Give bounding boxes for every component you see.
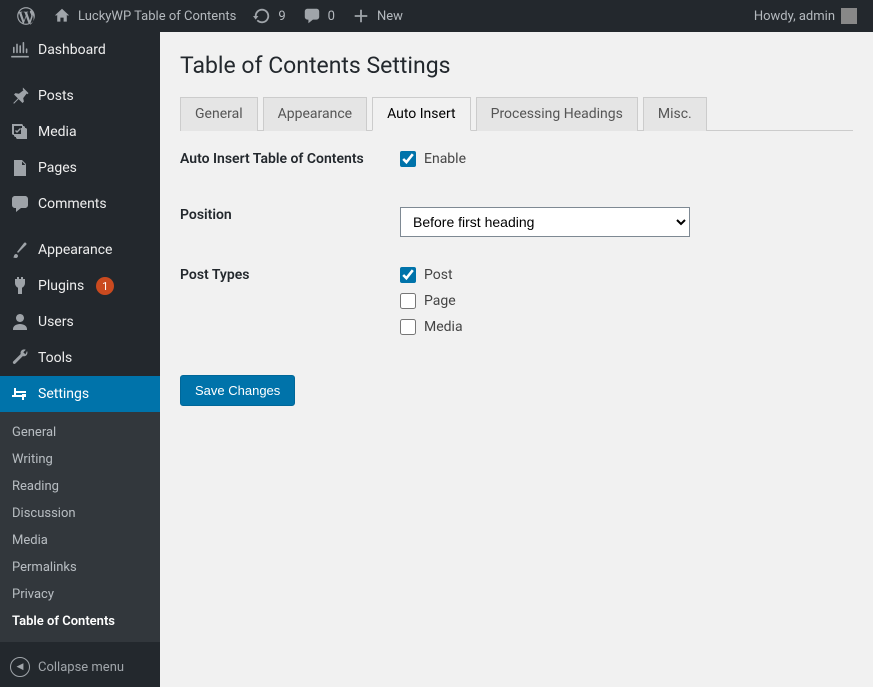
- sidebar-item-label: Users: [38, 314, 74, 330]
- sidebar-item-label: Comments: [38, 196, 107, 212]
- site-name-link[interactable]: LuckyWP Table of Contents: [44, 0, 244, 32]
- row-position: Position Before first heading: [180, 187, 853, 247]
- avatar: [841, 8, 857, 24]
- submenu-privacy[interactable]: Privacy: [0, 581, 160, 608]
- sidebar-item-label: Media: [38, 124, 77, 140]
- sidebar-item-label: Pages: [38, 160, 77, 176]
- position-select[interactable]: Before first heading: [400, 207, 690, 237]
- submenu-reading[interactable]: Reading: [0, 473, 160, 500]
- comment-icon: [302, 6, 322, 26]
- sidebar-item-pages[interactable]: Pages: [0, 150, 160, 186]
- home-icon: [52, 6, 72, 26]
- comments-icon: [10, 194, 30, 214]
- page-title: Table of Contents Settings: [180, 52, 853, 79]
- post-types-label: Post Types: [180, 267, 400, 345]
- plus-icon: [351, 6, 371, 26]
- sidebar-item-label: Posts: [38, 88, 74, 104]
- submenu-discussion[interactable]: Discussion: [0, 500, 160, 527]
- row-post-types: Post Types Post Page Media: [180, 247, 853, 355]
- sidebar-item-label: Plugins: [38, 278, 84, 294]
- updates-link[interactable]: 9: [244, 0, 293, 32]
- wp-logo[interactable]: [8, 0, 44, 32]
- main-content: Table of Contents Settings General Appea…: [160, 32, 873, 687]
- post-type-media[interactable]: Media: [400, 319, 853, 335]
- post-type-page[interactable]: Page: [400, 293, 853, 309]
- tab-general[interactable]: General: [180, 97, 258, 131]
- sidebar-item-label: Appearance: [38, 242, 112, 258]
- brush-icon: [10, 240, 30, 260]
- sidebar-item-appearance[interactable]: Appearance: [0, 232, 160, 268]
- post-type-label: Post: [424, 267, 453, 283]
- tab-processing-headings[interactable]: Processing Headings: [476, 97, 638, 131]
- submenu-permalinks[interactable]: Permalinks: [0, 554, 160, 581]
- post-type-post[interactable]: Post: [400, 267, 853, 283]
- admin-toolbar: LuckyWP Table of Contents 9 0 New Howdy,…: [0, 0, 873, 32]
- user-icon: [10, 312, 30, 332]
- update-icon: [252, 6, 272, 26]
- page-icon: [10, 158, 30, 178]
- auto-insert-label: Auto Insert Table of Contents: [180, 151, 400, 177]
- new-label: New: [377, 9, 403, 24]
- enable-checkbox-wrap[interactable]: Enable: [400, 151, 853, 167]
- sidebar-item-plugins[interactable]: Plugins 1: [0, 268, 160, 304]
- settings-submenu: General Writing Reading Discussion Media…: [0, 412, 160, 642]
- plugin-icon: [10, 276, 30, 296]
- post-type-post-checkbox[interactable]: [400, 267, 416, 283]
- post-type-page-checkbox[interactable]: [400, 293, 416, 309]
- account-link[interactable]: Howdy, admin: [746, 0, 865, 32]
- sidebar-item-dashboard[interactable]: Dashboard: [0, 32, 160, 68]
- post-type-media-checkbox[interactable]: [400, 319, 416, 335]
- post-type-label: Media: [424, 319, 463, 335]
- tab-appearance[interactable]: Appearance: [263, 97, 367, 131]
- position-label: Position: [180, 207, 400, 237]
- comments-link[interactable]: 0: [294, 0, 343, 32]
- submenu-general[interactable]: General: [0, 419, 160, 446]
- sidebar-item-label: Dashboard: [38, 42, 106, 58]
- howdy-text: Howdy, admin: [754, 9, 835, 24]
- post-type-label: Page: [424, 293, 456, 309]
- save-button[interactable]: Save Changes: [180, 375, 295, 406]
- collapse-label: Collapse menu: [38, 660, 124, 675]
- sidebar-item-comments[interactable]: Comments: [0, 186, 160, 222]
- sidebar-item-media[interactable]: Media: [0, 114, 160, 150]
- dashboard-icon: [10, 40, 30, 60]
- sidebar-item-tools[interactable]: Tools: [0, 340, 160, 376]
- sidebar-item-settings[interactable]: Settings: [0, 376, 160, 412]
- collapse-icon: ◀: [10, 657, 30, 677]
- media-icon: [10, 122, 30, 142]
- tab-misc[interactable]: Misc.: [643, 97, 707, 131]
- updates-count: 9: [278, 9, 285, 24]
- submenu-toc[interactable]: Table of Contents: [0, 608, 160, 635]
- submenu-media[interactable]: Media: [0, 527, 160, 554]
- site-title: LuckyWP Table of Contents: [78, 9, 236, 24]
- tab-nav: General Appearance Auto Insert Processin…: [180, 97, 853, 131]
- sidebar-item-label: Tools: [38, 350, 72, 366]
- sidebar-item-users[interactable]: Users: [0, 304, 160, 340]
- wrench-icon: [10, 348, 30, 368]
- plugin-update-badge: 1: [96, 277, 114, 295]
- sidebar-item-label: Settings: [38, 386, 89, 402]
- wordpress-icon: [16, 6, 36, 26]
- sliders-icon: [10, 384, 30, 404]
- sidebar-item-posts[interactable]: Posts: [0, 78, 160, 114]
- submenu-writing[interactable]: Writing: [0, 446, 160, 473]
- admin-sidebar: Dashboard Posts Media Pages Comments App…: [0, 32, 160, 687]
- enable-label: Enable: [424, 151, 466, 167]
- enable-checkbox[interactable]: [400, 151, 416, 167]
- row-auto-insert: Auto Insert Table of Contents Enable: [180, 131, 853, 187]
- pin-icon: [10, 86, 30, 106]
- comments-count: 0: [328, 9, 335, 24]
- tab-auto-insert[interactable]: Auto Insert: [372, 97, 471, 131]
- new-content-link[interactable]: New: [343, 0, 411, 32]
- collapse-menu-button[interactable]: ◀ Collapse menu: [0, 647, 160, 687]
